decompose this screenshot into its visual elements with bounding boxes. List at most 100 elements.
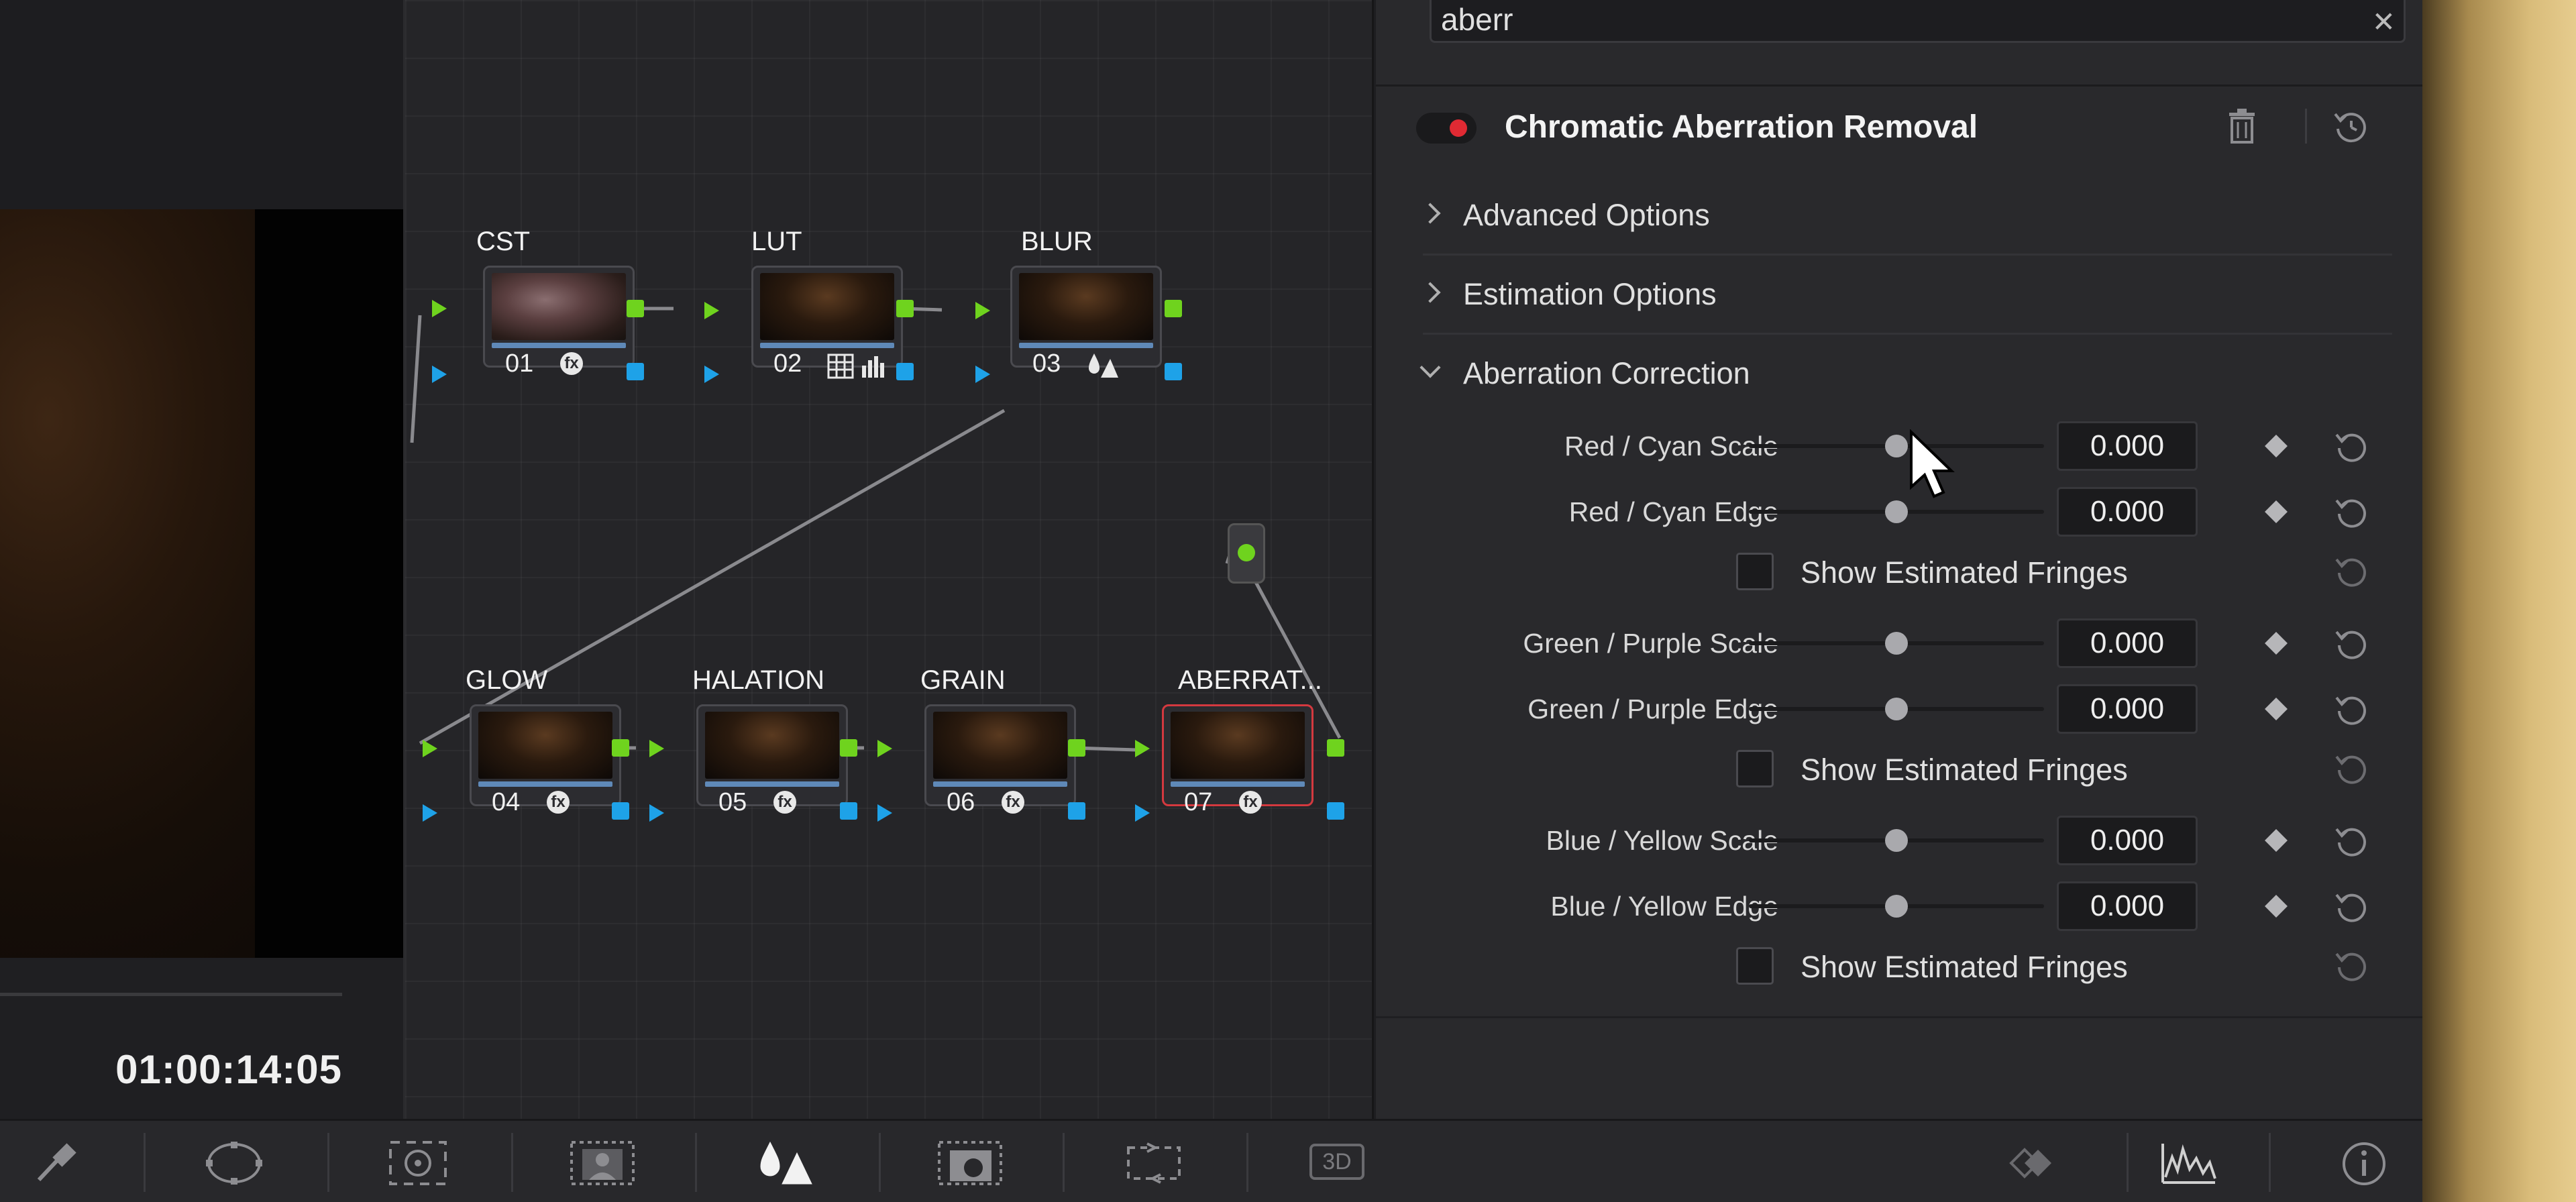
node-02-lut[interactable]: LUT 02: [745, 227, 903, 379]
keyframe-diamond-icon[interactable]: [2265, 698, 2288, 720]
reset-all-icon[interactable]: [2332, 107, 2370, 145]
node-output-alpha[interactable]: [627, 363, 644, 380]
reset-icon[interactable]: [2334, 553, 2370, 589]
node-output-alpha[interactable]: [1165, 363, 1182, 380]
node-01-cst[interactable]: CST 01 fx: [476, 227, 635, 378]
power-window-button[interactable]: [145, 1121, 327, 1202]
node-output-rgb[interactable]: [840, 739, 857, 757]
reset-icon[interactable]: [2334, 750, 2370, 786]
effect-enable-toggle[interactable]: [1416, 113, 1477, 144]
sizing-icon: [1127, 1142, 1181, 1184]
reset-icon[interactable]: [2334, 625, 2370, 661]
slider-knob[interactable]: [1885, 698, 1908, 720]
node-graph[interactable]: CST 01 fx LUT 02 BLUR 03 GLOW 04 fx HALA…: [405, 0, 1374, 1119]
param-value-field[interactable]: 0.000: [2057, 881, 2198, 931]
scopes-button[interactable]: [2128, 1121, 2269, 1202]
node-body[interactable]: 03: [1010, 266, 1162, 378]
node-output-alpha[interactable]: [1327, 802, 1344, 820]
node-input-alpha[interactable]: [649, 804, 664, 822]
show-estimated-fringes-checkbox[interactable]: [1736, 750, 1774, 787]
node-output-rgb[interactable]: [612, 739, 629, 757]
node-output-rgb[interactable]: [1327, 739, 1344, 757]
param-value-field[interactable]: 0.000: [2057, 421, 2198, 471]
section-estimation-options[interactable]: Estimation Options: [1419, 257, 2392, 335]
slider-knob[interactable]: [1885, 435, 1908, 457]
sizing-button[interactable]: [1064, 1121, 1246, 1202]
node-06-grain[interactable]: GRAIN 06 fx: [918, 665, 1076, 816]
node-output-rgb[interactable]: [627, 300, 644, 317]
keyframe-diamond-icon[interactable]: [2265, 435, 2288, 457]
node-input-rgb[interactable]: [1135, 740, 1150, 757]
keyframe-diamond-icon[interactable]: [2265, 500, 2288, 523]
close-icon[interactable]: ✕: [2372, 3, 2396, 42]
node-input-alpha[interactable]: [975, 366, 990, 383]
blur-button[interactable]: [696, 1121, 879, 1202]
info-button[interactable]: [2270, 1121, 2422, 1202]
node-05-halation[interactable]: HALATION 05 fx: [690, 665, 848, 816]
node-output-alpha[interactable]: [1068, 802, 1085, 820]
3d-button[interactable]: 3D: [1248, 1121, 1430, 1202]
slider-knob[interactable]: [1885, 500, 1908, 523]
node-07-aberration[interactable]: ABERRAT... 07 fx: [1155, 665, 1322, 816]
palette-toolbar: 3D: [0, 1119, 2422, 1202]
reset-icon[interactable]: [2334, 691, 2370, 727]
node-body[interactable]: 05 fx: [696, 704, 848, 816]
node-input-rgb[interactable]: [877, 740, 892, 757]
keyframe-diamond-icon[interactable]: [2265, 829, 2288, 852]
key-button[interactable]: [880, 1121, 1063, 1202]
power-window-icon: [206, 1142, 262, 1185]
node-input-alpha[interactable]: [423, 804, 437, 822]
node-input-rgb[interactable]: [423, 740, 437, 757]
node-04-glow[interactable]: GLOW 04 fx: [463, 665, 621, 816]
node-output-rgb[interactable]: [1165, 300, 1182, 317]
reset-icon[interactable]: [2334, 428, 2370, 464]
slider-knob[interactable]: [1885, 829, 1908, 852]
node-output-alpha[interactable]: [840, 802, 857, 820]
keyframes-button[interactable]: [1968, 1121, 2129, 1202]
node-body[interactable]: 01 fx: [483, 266, 635, 378]
keyframe-diamond-icon[interactable]: [2265, 632, 2288, 655]
node-03-blur[interactable]: BLUR 03: [1004, 227, 1162, 378]
show-estimated-fringes-checkbox[interactable]: [1736, 553, 1774, 590]
tracker-button[interactable]: [329, 1121, 511, 1202]
node-output-rgb[interactable]: [1068, 739, 1085, 757]
node-input-alpha[interactable]: [704, 366, 719, 383]
node-body[interactable]: 04 fx: [470, 704, 621, 816]
node-body[interactable]: 02: [751, 266, 903, 379]
node-output-dot[interactable]: [1228, 523, 1265, 584]
node-input-rgb[interactable]: [975, 302, 990, 319]
trash-icon[interactable]: [2226, 107, 2257, 145]
reset-icon[interactable]: [2334, 947, 2370, 983]
node-input-rgb[interactable]: [432, 300, 447, 317]
node-input-rgb[interactable]: [704, 302, 719, 319]
node-output-rgb[interactable]: [896, 300, 914, 317]
viewer-scrubber[interactable]: [0, 993, 342, 996]
magic-mask-button[interactable]: [513, 1121, 695, 1202]
slider-knob[interactable]: [1885, 895, 1908, 918]
param-value-field[interactable]: 0.000: [2057, 684, 2198, 734]
node-body[interactable]: 07 fx: [1162, 704, 1313, 816]
output-connector[interactable]: [1238, 544, 1255, 561]
slider-knob[interactable]: [1885, 632, 1908, 655]
reset-icon[interactable]: [2334, 822, 2370, 859]
param-value-field[interactable]: 0.000: [2057, 618, 2198, 668]
node-input-alpha[interactable]: [432, 366, 447, 383]
node-number: 06: [947, 788, 975, 816]
show-estimated-fringes-checkbox[interactable]: [1736, 947, 1774, 985]
effects-search-input[interactable]: aberr ✕: [1430, 0, 2406, 43]
divider: [2305, 109, 2307, 144]
param-value-field[interactable]: 0.000: [2057, 816, 2198, 865]
node-input-rgb[interactable]: [649, 740, 664, 757]
section-aberration-correction[interactable]: Aberration Correction: [1419, 336, 2392, 414]
node-input-alpha[interactable]: [877, 804, 892, 822]
param-value-field[interactable]: 0.000: [2057, 487, 2198, 537]
node-output-alpha[interactable]: [612, 802, 629, 820]
node-body[interactable]: 06 fx: [924, 704, 1076, 816]
node-input-alpha[interactable]: [1135, 804, 1150, 822]
node-output-alpha[interactable]: [896, 363, 914, 380]
reset-icon[interactable]: [2334, 888, 2370, 924]
keyframe-diamond-icon[interactable]: [2265, 895, 2288, 918]
section-advanced-options[interactable]: Advanced Options: [1419, 178, 2392, 256]
reset-icon[interactable]: [2334, 494, 2370, 530]
viewer-image[interactable]: [0, 209, 403, 958]
